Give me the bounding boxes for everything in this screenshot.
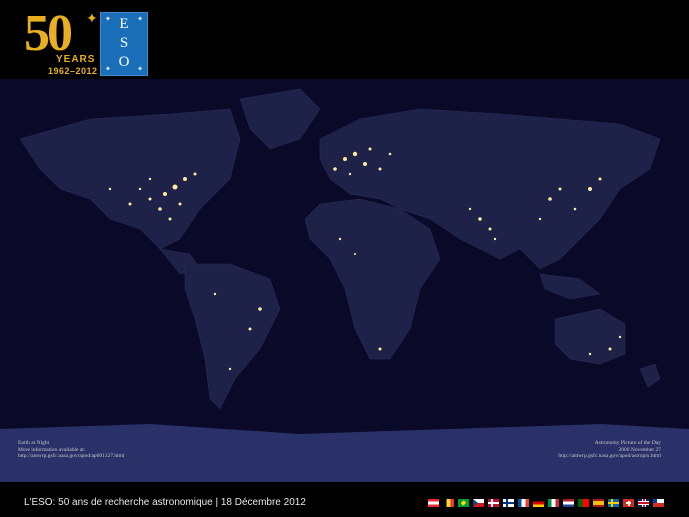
eso-50-years-logo: 50 ✦ YEARS 1962–2012 xyxy=(24,5,100,76)
sweden-flag xyxy=(608,499,619,507)
star-icon: ✦ xyxy=(105,16,111,23)
caption-apod-url[interactable]: http://antwrp.gsfc.nasa.gov/apod/astropi… xyxy=(558,453,661,460)
denmark-flag xyxy=(488,499,499,507)
member-state-flags xyxy=(428,499,664,507)
france-flag xyxy=(518,499,529,507)
switzerland-flag xyxy=(623,499,634,507)
years-label: YEARS xyxy=(56,54,96,65)
austria-flag xyxy=(428,499,439,507)
star-icon: ✦ xyxy=(86,10,98,26)
world-map-image xyxy=(0,79,689,482)
netherlands-flag xyxy=(563,499,574,507)
czech-flag xyxy=(473,499,484,507)
belgium-flag xyxy=(443,499,454,507)
eso-logo: E S O ✦ ✦ ✦ ✦ xyxy=(100,12,148,76)
brazil-flag xyxy=(458,499,469,507)
caption-right: Astronomy Picture of the Day 2000 Novemb… xyxy=(558,440,661,460)
caption-left: Earth at Night More information availabl… xyxy=(18,440,124,460)
spain-flag xyxy=(593,499,604,507)
eso-letter-s: S xyxy=(119,35,129,51)
caption-url[interactable]: http://antwrp.gsfc.nasa.gov/apod/ap00112… xyxy=(18,453,124,460)
uk-flag xyxy=(638,499,649,507)
star-icon: ✦ xyxy=(137,16,143,23)
chile-flag xyxy=(653,499,664,507)
star-icon: ✦ xyxy=(105,66,111,73)
finland-flag xyxy=(503,499,514,507)
years-range: 1962–2012 xyxy=(48,66,98,76)
italy-flag xyxy=(548,499,559,507)
portugal-flag xyxy=(578,499,589,507)
footer-text: L'ESO: 50 ans de recherche astronomique … xyxy=(24,497,306,508)
star-icon: ✦ xyxy=(137,66,143,73)
germany-flag xyxy=(533,499,544,507)
earth-at-night-map: Earth at Night More information availabl… xyxy=(0,79,689,482)
